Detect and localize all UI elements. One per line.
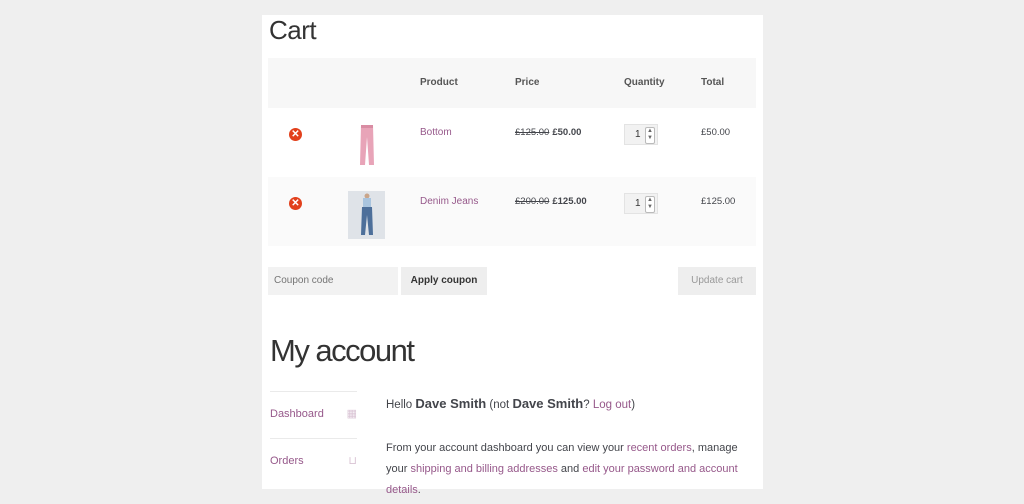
product-price: £125.00 £50.00 (515, 127, 581, 138)
user-name: Dave Smith (415, 396, 487, 411)
old-price: £200.00 (515, 196, 550, 207)
cart-row: ✕ Bottom £125.00 £50.00 1 ▲ ▼ £50.00 (268, 108, 756, 177)
header-price: Price (515, 77, 540, 88)
coupon-code-input[interactable] (268, 267, 398, 295)
header-total: Total (701, 77, 725, 88)
product-thumbnail[interactable] (348, 122, 385, 170)
update-cart-button[interactable]: Update cart (678, 267, 756, 295)
page-content: Cart Product Price Quantity Total ✕ Bott… (262, 15, 763, 496)
remove-item-icon[interactable]: ✕ (289, 197, 302, 210)
denim-jeans-icon (360, 193, 373, 235)
description-text: . (417, 484, 421, 496)
description-text: and (557, 463, 583, 475)
nav-item-orders[interactable]: Orders ⊔ (270, 438, 357, 485)
user-name: Dave Smith (512, 396, 584, 411)
recent-orders-link[interactable]: recent orders (627, 442, 692, 454)
sale-price: £50.00 (552, 127, 582, 138)
dashboard-description: From your account dashboard you can view… (386, 438, 756, 501)
line-total: £50.00 (701, 127, 731, 138)
greeting-text: ) (631, 399, 636, 411)
greeting: Hello Dave Smith (not Dave Smith? Log ou… (386, 396, 635, 411)
basket-icon: ⊔ (348, 455, 357, 467)
addresses-link[interactable]: shipping and billing addresses (410, 463, 557, 475)
product-name-link[interactable]: Bottom (420, 127, 452, 138)
logout-link[interactable]: Log out (593, 399, 631, 411)
quantity-stepper[interactable]: 1 ▲ ▼ (624, 193, 658, 214)
quantity-value: 1 (635, 129, 641, 140)
nav-item-label: Dashboard (270, 408, 324, 420)
header-product: Product (420, 77, 458, 88)
account-nav: Dashboard ▦ Orders ⊔ (270, 391, 357, 485)
quantity-stepper[interactable]: 1 ▲ ▼ (624, 124, 658, 145)
cart-table: Product Price Quantity Total ✕ Bottom £1… (268, 58, 756, 246)
greeting-text: Hello (386, 399, 416, 411)
page-title: Cart (269, 15, 317, 45)
old-price: £125.00 (515, 127, 550, 138)
nav-item-label: Orders (270, 455, 304, 467)
apply-coupon-button[interactable]: Apply coupon (401, 267, 487, 295)
greeting-text: ? (583, 399, 593, 411)
account-title: My account (270, 333, 415, 368)
spinner-icon[interactable]: ▲ ▼ (645, 127, 655, 144)
line-total: £125.00 (701, 196, 736, 207)
description-text: From your account dashboard you can view… (386, 442, 627, 454)
nav-item-dashboard[interactable]: Dashboard ▦ (270, 391, 357, 438)
greeting-text: (not (486, 399, 513, 411)
remove-item-icon[interactable]: ✕ (289, 128, 302, 141)
dashboard-icon: ▦ (346, 408, 357, 420)
product-price: £200.00 £125.00 (515, 196, 587, 207)
sale-price: £125.00 (552, 196, 587, 207)
cart-table-header: Product Price Quantity Total (268, 58, 756, 108)
cart-row: ✕ Denim Jeans £200.00 £125.00 1 ▲ ▼ £125.0… (268, 177, 756, 246)
product-thumbnail[interactable] (348, 191, 385, 239)
pink-trousers-icon (359, 125, 374, 165)
quantity-value: 1 (635, 198, 641, 209)
spinner-icon[interactable]: ▲ ▼ (645, 196, 655, 213)
header-quantity: Quantity (624, 77, 665, 88)
product-name-link[interactable]: Denim Jeans (420, 196, 478, 207)
